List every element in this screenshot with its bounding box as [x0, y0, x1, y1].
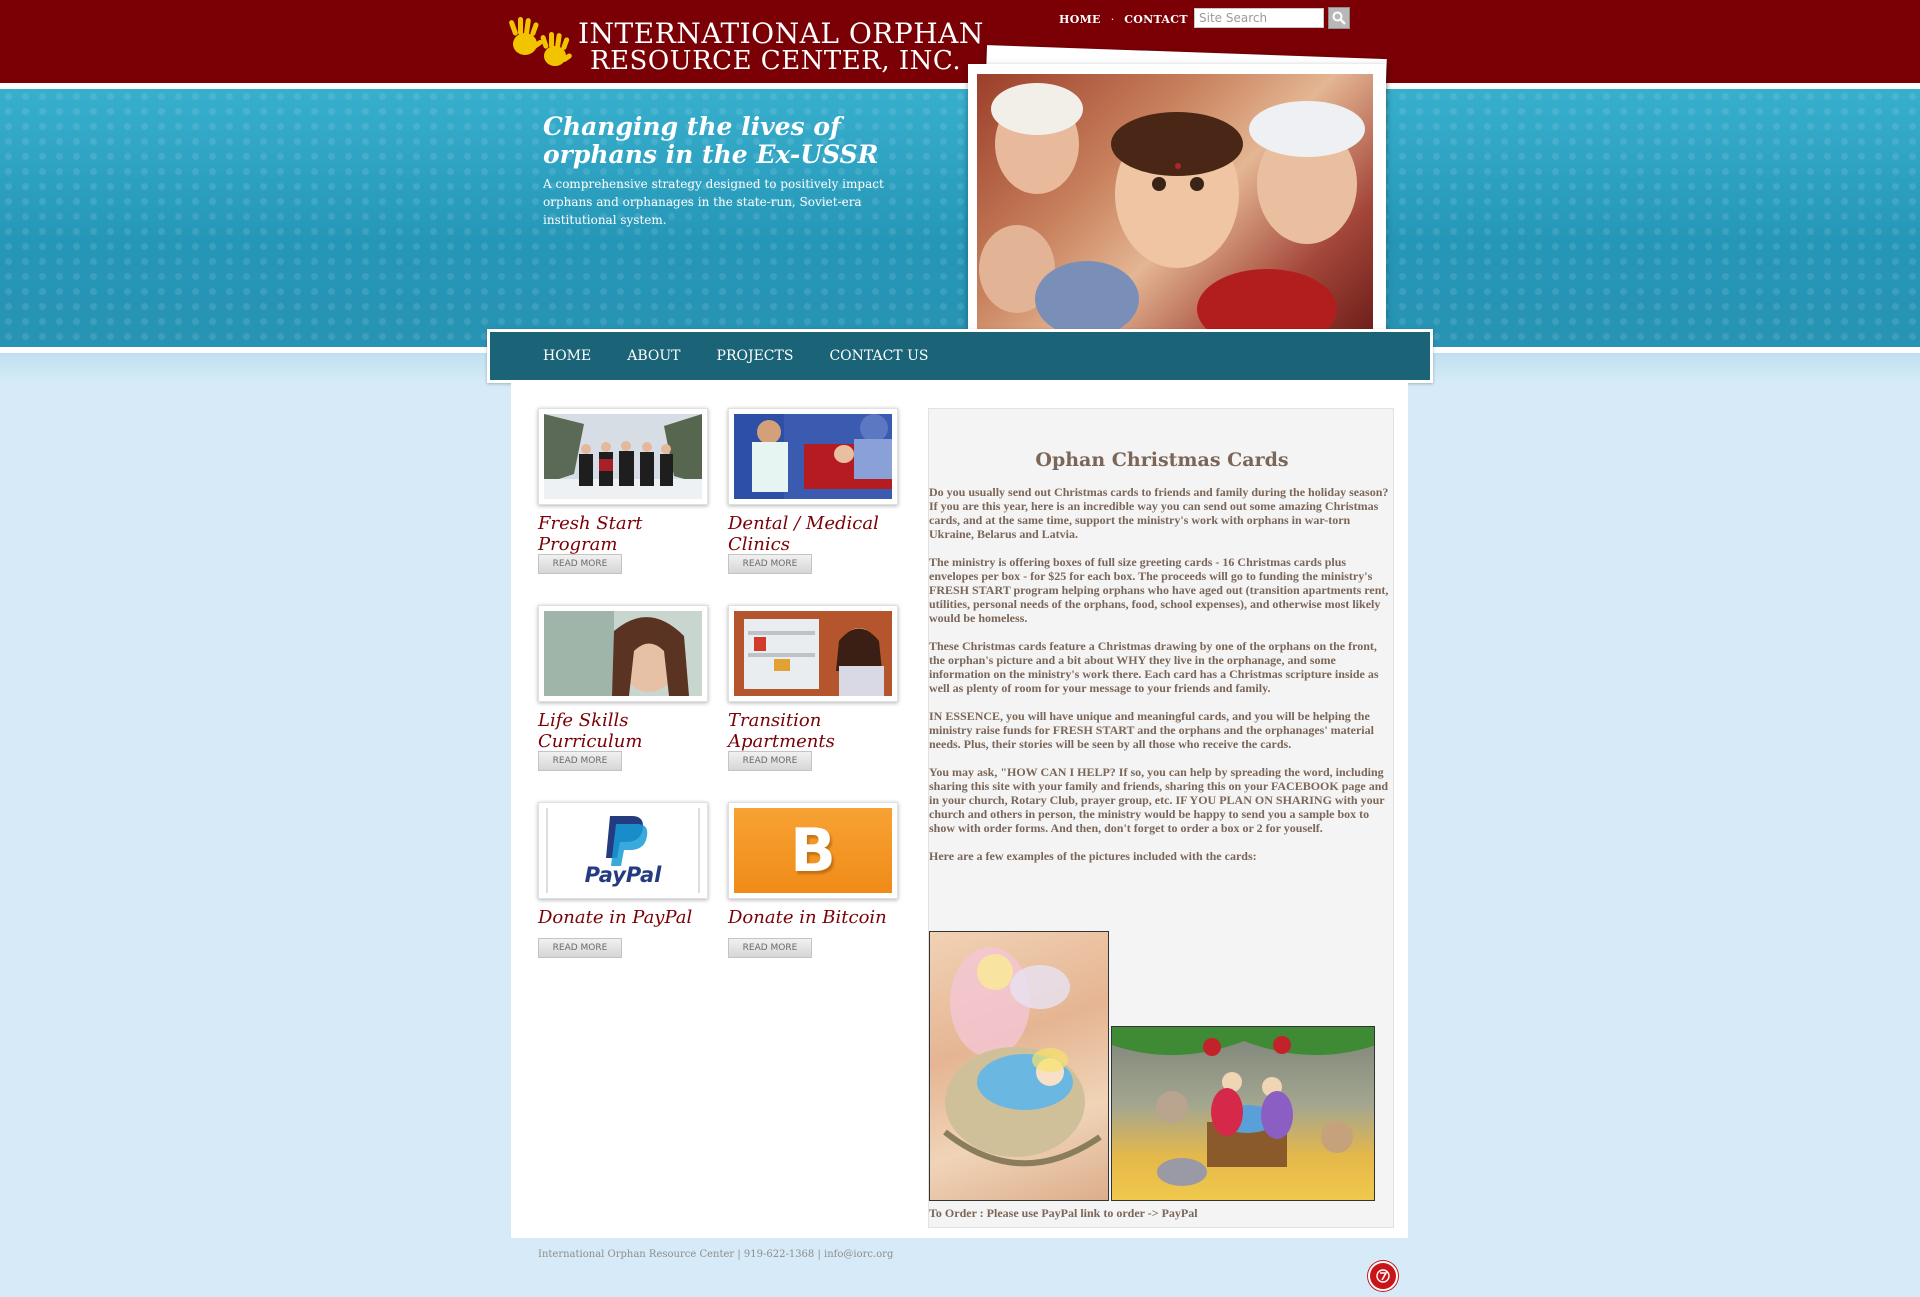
- read-more-button[interactable]: READ MORE: [538, 554, 622, 574]
- life-skills-photo: [544, 611, 702, 696]
- paypal-logo: PayPal: [544, 808, 702, 893]
- badge-glyph-icon: [1376, 1269, 1390, 1283]
- read-more-button[interactable]: READ MORE: [538, 938, 622, 958]
- site-search-input[interactable]: [1194, 8, 1324, 28]
- bitcoin-icon: B: [790, 815, 836, 886]
- read-more-button[interactable]: READ MORE: [728, 554, 812, 574]
- read-more-button[interactable]: READ MORE: [728, 751, 812, 771]
- article-body: Do you usually send out Christmas cards …: [929, 485, 1392, 877]
- order-instructions: To Order : Please use PayPal link to ord…: [929, 1206, 1198, 1220]
- angel-drawing-image: [929, 931, 1109, 1201]
- main-nav-projects[interactable]: PROJECTS: [717, 348, 794, 364]
- children-photo-image: [979, 83, 1365, 330]
- read-more-button[interactable]: READ MORE: [538, 751, 622, 771]
- fresh-start-photo: [544, 414, 702, 499]
- dental-clinic-photo: [734, 414, 892, 499]
- main-nav-home[interactable]: HOME: [543, 348, 591, 364]
- card-title[interactable]: Life Skills Curriculum: [538, 710, 718, 752]
- nativity-drawing-image: [1111, 1026, 1375, 1201]
- card-image-frame[interactable]: PayPal: [538, 802, 708, 899]
- main-nav: HOME ABOUT PROJECTS CONTACT US: [487, 329, 1433, 383]
- logo-line-2: RESOURCE CENTER, INC.: [590, 46, 962, 76]
- hero-subtitle: A comprehensive strategy designed to pos…: [543, 177, 884, 227]
- top-nav-separator: ·: [1110, 12, 1115, 26]
- read-more-button[interactable]: READ MORE: [728, 938, 812, 958]
- main-nav-contact-us[interactable]: CONTACT US: [829, 348, 928, 364]
- card-title[interactable]: Dental / Medical Clinics: [728, 513, 908, 555]
- article-paragraph: Here are a few examples of the pictures …: [929, 849, 1257, 863]
- top-nav: HOME · CONTACT: [1059, 10, 1188, 28]
- search-button[interactable]: [1328, 7, 1350, 29]
- card-title[interactable]: Donate in PayPal: [538, 907, 718, 928]
- card-image-frame[interactable]: [538, 408, 708, 505]
- hero-photo-frame: [968, 64, 1386, 344]
- card-title[interactable]: Fresh Start Program: [538, 513, 718, 555]
- card-image-frame[interactable]: [728, 605, 898, 702]
- bitcoin-logo: B: [734, 808, 892, 893]
- article-paragraph: The ministry is offering boxes of full s…: [929, 555, 1389, 625]
- handprints-icon: [509, 17, 572, 66]
- article-paragraph: These Christmas cards feature a Christma…: [929, 639, 1379, 695]
- site-logo[interactable]: INTERNATIONAL ORPHAN RESOURCE CENTER, IN…: [505, 14, 983, 76]
- article-paragraph: You may ask, "HOW CAN I HELP? If so, you…: [929, 765, 1389, 835]
- article-paragraph: Do you usually send out Christmas cards …: [929, 485, 1389, 541]
- article-paragraph: IN ESSENCE, you will have unique and mea…: [929, 709, 1374, 751]
- card-title[interactable]: Transition Apartments: [728, 710, 908, 752]
- card-image-frame[interactable]: [728, 408, 898, 505]
- site-badge-icon[interactable]: [1368, 1261, 1398, 1291]
- hero-banner: [0, 89, 1920, 347]
- hero-photo-children: [977, 74, 1373, 330]
- main-nav-about[interactable]: ABOUT: [627, 348, 680, 364]
- card-title[interactable]: Donate in Bitcoin: [728, 907, 908, 928]
- top-nav-home-link[interactable]: HOME: [1059, 13, 1101, 26]
- card-image-frame[interactable]: B: [728, 802, 898, 899]
- card-image-frame[interactable]: [538, 605, 708, 702]
- search-icon: [1332, 11, 1346, 25]
- hero-title: Changing the lives of orphans in the Ex-…: [543, 112, 879, 169]
- top-nav-contact-link[interactable]: CONTACT: [1124, 13, 1188, 26]
- article-title: Ophan Christmas Cards: [1035, 449, 1289, 471]
- paypal-logo-text: PayPal: [584, 863, 662, 887]
- article-panel: Ophan Christmas Cards Do you usually sen…: [928, 408, 1394, 1228]
- transition-apartments-photo: [734, 611, 892, 696]
- footer-contact-info: International Orphan Resource Center | 9…: [538, 1249, 894, 1260]
